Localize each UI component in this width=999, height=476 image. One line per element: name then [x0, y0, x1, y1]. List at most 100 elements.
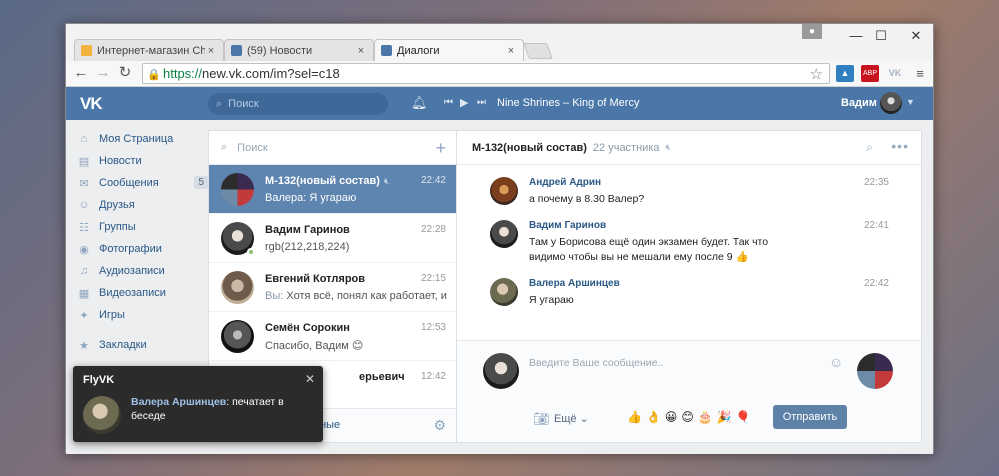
- avatar: [221, 173, 254, 206]
- prev-track-icon[interactable]: ⏮︎: [444, 97, 453, 108]
- minimize-button[interactable]: —: [844, 28, 868, 43]
- avatar[interactable]: [490, 177, 518, 205]
- maximize-button[interactable]: ☐: [869, 28, 893, 44]
- message-author[interactable]: Андрей Адрин: [529, 177, 601, 188]
- video-icon: ▦: [78, 287, 90, 300]
- bell-icon[interactable]: 🔔︎: [411, 95, 428, 111]
- tab-dialogs[interactable]: Диалоги ×: [374, 39, 524, 61]
- address-bar[interactable]: 🔒 https:// new.vk.com/im?sel=c18 ☆: [142, 63, 830, 84]
- list-item[interactable]: Вадим Гаринов 22:28 rgb(212,218,224): [209, 214, 456, 263]
- picture-extension-icon[interactable]: ▲: [836, 65, 854, 82]
- list-item[interactable]: Евгений Котляров 22:15 Вы: Хотя всё, пон…: [209, 263, 456, 312]
- send-button[interactable]: Отправить: [773, 405, 847, 429]
- sidebar-item-games[interactable]: ✦ Игры: [76, 304, 208, 326]
- emoji-shortcuts[interactable]: 👍👌😀😊🎂🎉🎈: [627, 410, 755, 424]
- new-dialog-plus-icon[interactable]: +: [435, 138, 446, 159]
- more-attachments-button[interactable]: Ещё ⌄: [554, 412, 589, 425]
- friends-icon: ☺: [78, 199, 90, 211]
- messages-icon: ✉: [79, 177, 89, 190]
- new-tab-button[interactable]: [523, 43, 553, 59]
- message-author[interactable]: Валера Аршинцев: [529, 278, 620, 289]
- chat-panel: М-132(новый состав) 22 участника 🔇︎ ⌕ ••…: [456, 130, 922, 443]
- close-icon[interactable]: ×: [505, 45, 517, 57]
- home-icon: ⌂: [80, 133, 88, 145]
- chrome-store-icon: [81, 45, 92, 56]
- nav-divider: [76, 326, 208, 334]
- reload-icon[interactable]: ↻: [116, 64, 134, 82]
- avatar: [83, 396, 121, 434]
- close-icon[interactable]: ×: [355, 45, 367, 57]
- list-item[interactable]: Семён Сорокин 12:53 Спасибо, Вадим 😊: [209, 312, 456, 361]
- search-icon: ⌕: [221, 141, 228, 153]
- chevron-down-icon[interactable]: ▼: [906, 97, 915, 107]
- chat-title[interactable]: М-132(новый состав): [472, 142, 587, 154]
- close-icon[interactable]: ×: [205, 45, 217, 57]
- next-track-icon[interactable]: ⏭︎: [477, 97, 486, 108]
- vk-logo[interactable]: VK: [80, 94, 103, 114]
- back-arrow-icon[interactable]: ←: [72, 64, 90, 82]
- vk-header: VK ⌕ Поиск 🔔︎ ⏮︎ ▶ ⏭︎ Nine Shrines – Kin…: [66, 87, 933, 120]
- audio-icon: ♫: [79, 265, 89, 277]
- lock-icon: 🔒: [147, 68, 161, 81]
- toast-title: FlyVK: [83, 374, 115, 386]
- notification-toast[interactable]: FlyVK ✕ Валера Аршинцев: печатает в бесе…: [73, 366, 323, 442]
- menu-icon[interactable]: ≡: [911, 65, 929, 82]
- gear-icon[interactable]: ⚙: [433, 417, 446, 434]
- sidebar-item-news[interactable]: ▤ Новости: [76, 150, 208, 172]
- avatar: [221, 271, 254, 304]
- search-icon[interactable]: ⌕: [866, 140, 873, 155]
- tab-news[interactable]: (59) Новости ×: [224, 39, 374, 61]
- mute-icon: 🔇︎: [665, 142, 672, 152]
- message-input[interactable]: Введите Ваше сообщение..: [529, 353, 849, 377]
- play-icon[interactable]: ▶: [460, 96, 468, 109]
- forward-arrow-icon[interactable]: →: [94, 64, 112, 82]
- list-item[interactable]: М-132(новый состав) 🔇︎ 22:42 Валера: Я уг…: [209, 165, 456, 214]
- tab-chrome-store[interactable]: Интернет-магазин Chrom ×: [74, 39, 224, 61]
- groups-icon: ☷: [79, 221, 89, 234]
- chat-header: М-132(новый состав) 22 участника 🔇︎ ⌕ ••…: [457, 131, 921, 165]
- user-avatar[interactable]: [880, 92, 902, 114]
- message-composer: Введите Ваше сообщение.. ☺ 📷︎ Ещё ⌄ 👍👌😀😊…: [457, 340, 921, 442]
- now-playing-track[interactable]: Nine Shrines – King of Mercy: [497, 97, 639, 109]
- bookmarks-icon: ★: [79, 339, 89, 352]
- avatar[interactable]: [490, 278, 518, 306]
- unread-badge: 5: [194, 176, 208, 189]
- user-name[interactable]: Вадим: [841, 97, 877, 109]
- news-icon: ▤: [78, 155, 90, 168]
- vk-favicon-icon: [231, 45, 242, 56]
- games-icon: ✦: [79, 309, 89, 322]
- bookmark-star-icon[interactable]: ☆: [810, 65, 823, 83]
- sidebar-item-messages[interactable]: ✉ Сообщения 5: [76, 172, 208, 194]
- browser-toolbar: ← → ↻ 🔒 https:// new.vk.com/im?sel=c18 ☆…: [66, 61, 933, 87]
- sidebar-item-groups[interactable]: ☷ Группы: [76, 216, 208, 238]
- vk-extension-icon[interactable]: VK: [886, 65, 904, 82]
- message-author[interactable]: Вадим Гаринов: [529, 220, 606, 231]
- dialogs-search-input[interactable]: ⌕ Поиск +: [209, 131, 456, 165]
- camera-icon[interactable]: 📷︎: [533, 411, 550, 427]
- sidebar-item-video[interactable]: ▦ Видеозаписи: [76, 282, 208, 304]
- chat-avatar[interactable]: [857, 353, 893, 389]
- sidebar-item-photos[interactable]: ◉ Фотографии: [76, 238, 208, 260]
- search-icon: ⌕: [216, 97, 223, 110]
- photos-icon: ◉: [79, 243, 89, 256]
- more-icon[interactable]: •••: [891, 138, 909, 154]
- left-sidebar: ⌂ Моя Страница ▤ Новости ✉ Сообщения 5 ☺ Друз…: [76, 128, 208, 356]
- my-avatar: [483, 353, 519, 389]
- avatar: [221, 320, 254, 353]
- title-bar: Интернет-магазин Chrom × (59) Новости × …: [66, 24, 933, 61]
- vk-message-icon: [381, 45, 392, 56]
- profile-icon[interactable]: ●: [802, 24, 822, 39]
- sidebar-item-audio[interactable]: ♫ Аудиозаписи: [76, 260, 208, 282]
- avatar[interactable]: [490, 220, 518, 248]
- close-window-button[interactable]: ✕: [904, 28, 928, 44]
- close-icon[interactable]: ✕: [305, 372, 315, 386]
- sidebar-item-friends[interactable]: ☺ Друзья: [76, 194, 208, 216]
- mute-icon: 🔇︎: [383, 176, 390, 186]
- sidebar-item-bookmarks[interactable]: ★ Закладки: [76, 334, 208, 356]
- members-count[interactable]: 22 участника: [593, 142, 660, 154]
- smile-icon[interactable]: ☺: [829, 354, 843, 370]
- vk-search-input[interactable]: ⌕ Поиск: [208, 93, 388, 115]
- sidebar-item-my-page[interactable]: ⌂ Моя Страница: [76, 128, 208, 150]
- adblock-icon[interactable]: ABP: [861, 65, 879, 82]
- toast-message: Валера Аршинцев: печатает в беседе: [131, 396, 284, 422]
